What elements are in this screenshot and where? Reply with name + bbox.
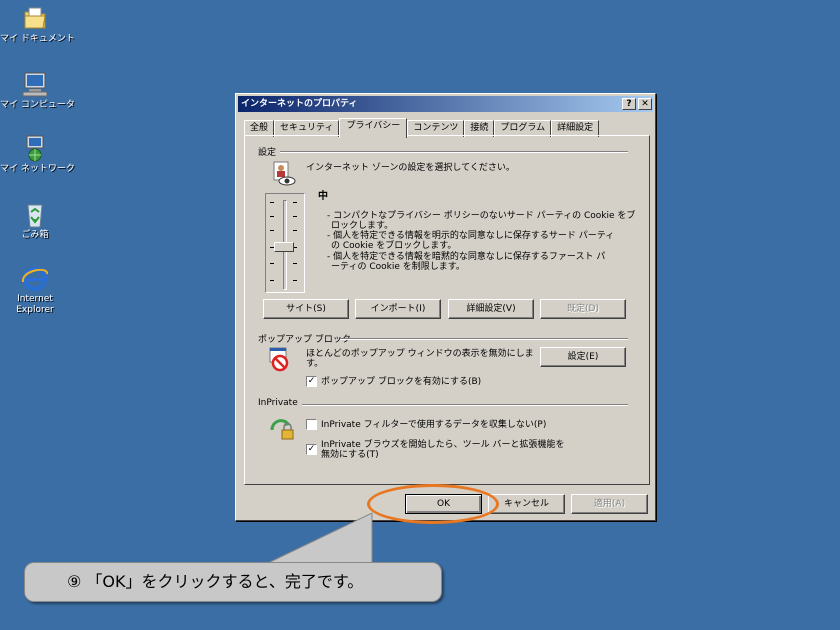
tab-privacy[interactable]: プライバシー — [339, 118, 408, 138]
callout-pointer — [267, 512, 373, 564]
instruction-callout: ⑨ 「OK」をクリックすると、完了です。 — [24, 562, 442, 602]
